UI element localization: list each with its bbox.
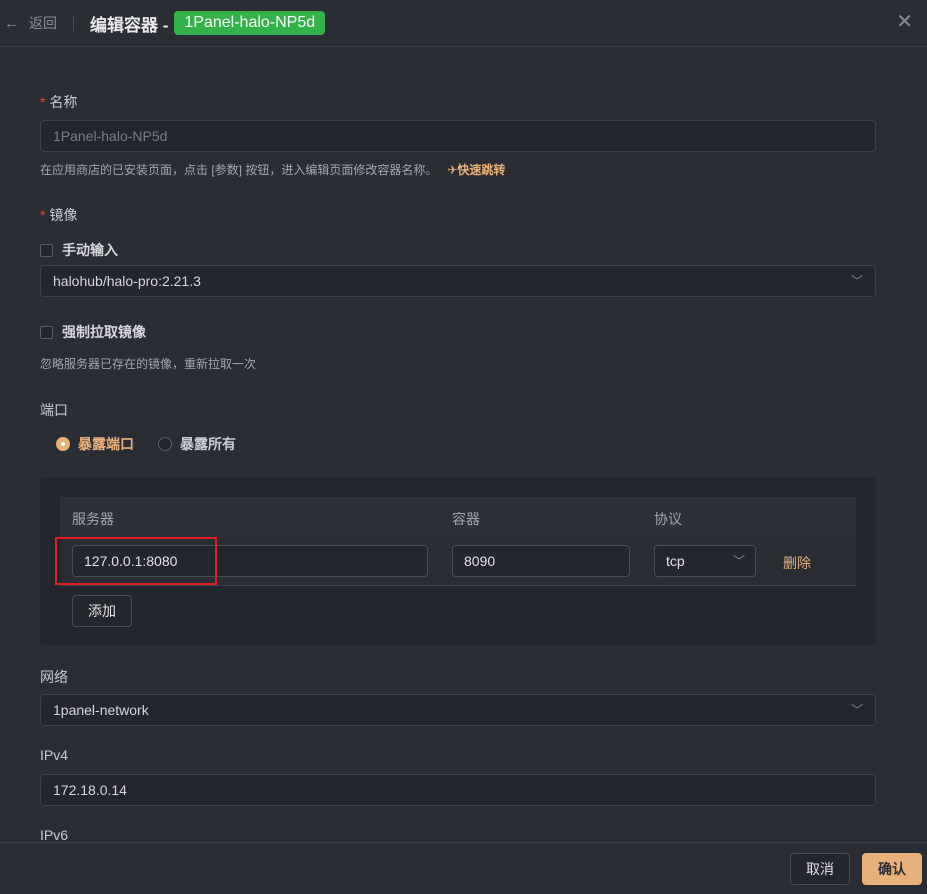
header-container: 容器 [452, 511, 480, 527]
highlight-box [55, 537, 217, 585]
container-name-tag: 1Panel-halo-NP5d [174, 11, 326, 35]
checkbox-box[interactable] [40, 243, 53, 257]
close-icon[interactable]: ✕ [896, 12, 913, 32]
table-header: 服务器 容器 协议 [60, 497, 856, 537]
image-label: * 镜像 [40, 207, 78, 223]
arrow-left-icon: ← [4, 14, 19, 32]
chevron-down-icon: ﹀ [850, 274, 863, 288]
container-port-input[interactable]: 8090 [452, 545, 630, 577]
quick-jump-link[interactable]: ✈快速跳转 [447, 163, 505, 177]
radio-dot [158, 437, 172, 451]
ipv4-input[interactable]: 172.18.0.14 [40, 774, 876, 806]
force-pull-hint: 忽略服务器已存在的镜像，重新拉取一次 [40, 357, 257, 371]
drawer-footer: 取消 确认 [0, 842, 927, 894]
ports-label: 端口 [40, 402, 68, 418]
back-button[interactable]: ← 返回 [4, 13, 57, 33]
chevron-down-icon: ﹀ [850, 703, 863, 717]
confirm-button[interactable]: 确认 [862, 853, 922, 885]
network-label: 网络 [40, 669, 68, 685]
radio-expose-port[interactable]: 暴露端口 [56, 434, 134, 454]
delete-row-button[interactable]: 删除 [783, 553, 811, 573]
ipv4-label: IPv4 [40, 747, 69, 763]
ports-panel: 服务器 容器 协议 127.0.0.1:8080 8090 tcp ﹀ 删除 添… [40, 477, 876, 645]
header-divider [73, 15, 74, 31]
ipv6-label: IPv6 [40, 827, 69, 843]
send-icon: ✈ [447, 163, 458, 177]
name-hint: 在应用商店的已安装页面，点击 [参数] 按钮，进入编辑页面修改容器名称。 ✈快速跳… [40, 163, 506, 177]
name-label: * 名称 [40, 94, 78, 110]
force-pull-checkbox[interactable]: 强制拉取镜像 [40, 322, 146, 342]
radio-expose-all[interactable]: 暴露所有 [158, 434, 236, 454]
cancel-button[interactable]: 取消 [790, 853, 850, 885]
protocol-select[interactable]: tcp ﹀ [654, 545, 756, 577]
back-label: 返回 [29, 15, 57, 31]
checkbox-box[interactable] [40, 325, 53, 339]
drawer-header: ← 返回 编辑容器 - 1Panel-halo-NP5d ✕ [0, 0, 927, 47]
header-server: 服务器 [72, 511, 114, 527]
name-input[interactable]: 1Panel-halo-NP5d [40, 120, 876, 152]
radio-dot [56, 437, 70, 451]
required-asterisk: * [40, 94, 46, 110]
page-title: 编辑容器 - [90, 15, 169, 35]
image-select[interactable]: halohub/halo-pro:2.21.3 ﹀ [40, 265, 876, 297]
table-row: 127.0.0.1:8080 8090 tcp ﹀ 删除 [55, 537, 856, 586]
header-protocol: 协议 [654, 511, 682, 527]
ports-table: 服务器 容器 协议 127.0.0.1:8080 8090 tcp ﹀ 删除 添… [55, 497, 856, 627]
port-mode-radio-group: 暴露端口 暴露所有 [56, 434, 260, 454]
chevron-down-icon: ﹀ [732, 554, 745, 568]
add-port-button[interactable]: 添加 [72, 595, 132, 627]
required-asterisk: * [40, 207, 46, 223]
network-select[interactable]: 1panel-network ﹀ [40, 694, 876, 726]
manual-input-checkbox[interactable]: 手动输入 [40, 240, 118, 260]
